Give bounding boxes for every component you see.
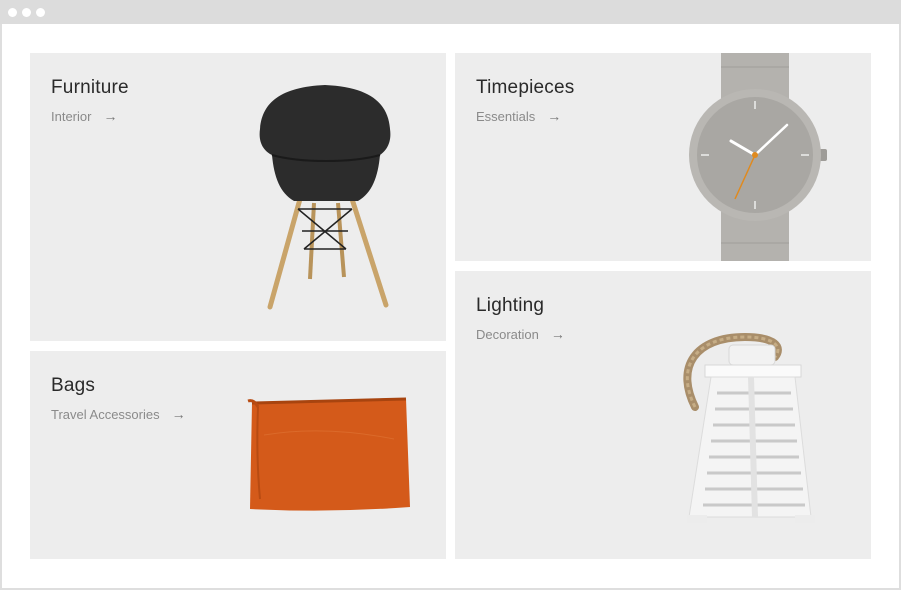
card-title: Lighting — [476, 295, 545, 316]
arrow-right-icon: → — [103, 108, 118, 124]
card-title: Timepieces — [476, 77, 575, 98]
window-titlebar — [0, 0, 901, 24]
browser-window: Furniture Interior → Timepieces Essentia… — [0, 0, 901, 590]
clutch-bag-image — [247, 397, 410, 511]
lantern-image — [683, 332, 815, 523]
category-card-lighting[interactable]: Lighting Decoration → — [455, 271, 871, 559]
card-link-travel-accessories[interactable]: Travel Accessories → — [51, 406, 186, 422]
card-link-label: Decoration — [476, 326, 539, 342]
category-card-timepieces[interactable]: Timepieces Essentials → — [455, 53, 871, 261]
window-control-dot[interactable] — [22, 8, 31, 17]
card-title: Bags — [51, 375, 96, 396]
card-link-label: Essentials — [476, 108, 536, 124]
window-control-dot[interactable] — [8, 8, 17, 17]
page-viewport: Furniture Interior → Timepieces Essentia… — [2, 24, 899, 588]
window-control-dot[interactable] — [36, 8, 45, 17]
card-link-essentials[interactable]: Essentials → — [476, 108, 561, 124]
card-link-label: Interior — [51, 108, 92, 124]
arrow-right-icon: → — [171, 406, 186, 422]
watch-image — [689, 53, 827, 261]
card-link-decoration[interactable]: Decoration → — [476, 326, 565, 342]
category-card-furniture[interactable]: Furniture Interior → — [30, 53, 446, 341]
arrow-right-icon: → — [550, 326, 565, 342]
card-link-label: Travel Accessories — [51, 406, 160, 422]
arrow-right-icon: → — [547, 108, 562, 124]
card-title: Furniture — [51, 77, 129, 98]
chair-image — [259, 85, 391, 310]
category-card-bags[interactable]: Bags Travel Accessories → — [30, 351, 446, 559]
card-link-interior[interactable]: Interior → — [51, 108, 117, 124]
